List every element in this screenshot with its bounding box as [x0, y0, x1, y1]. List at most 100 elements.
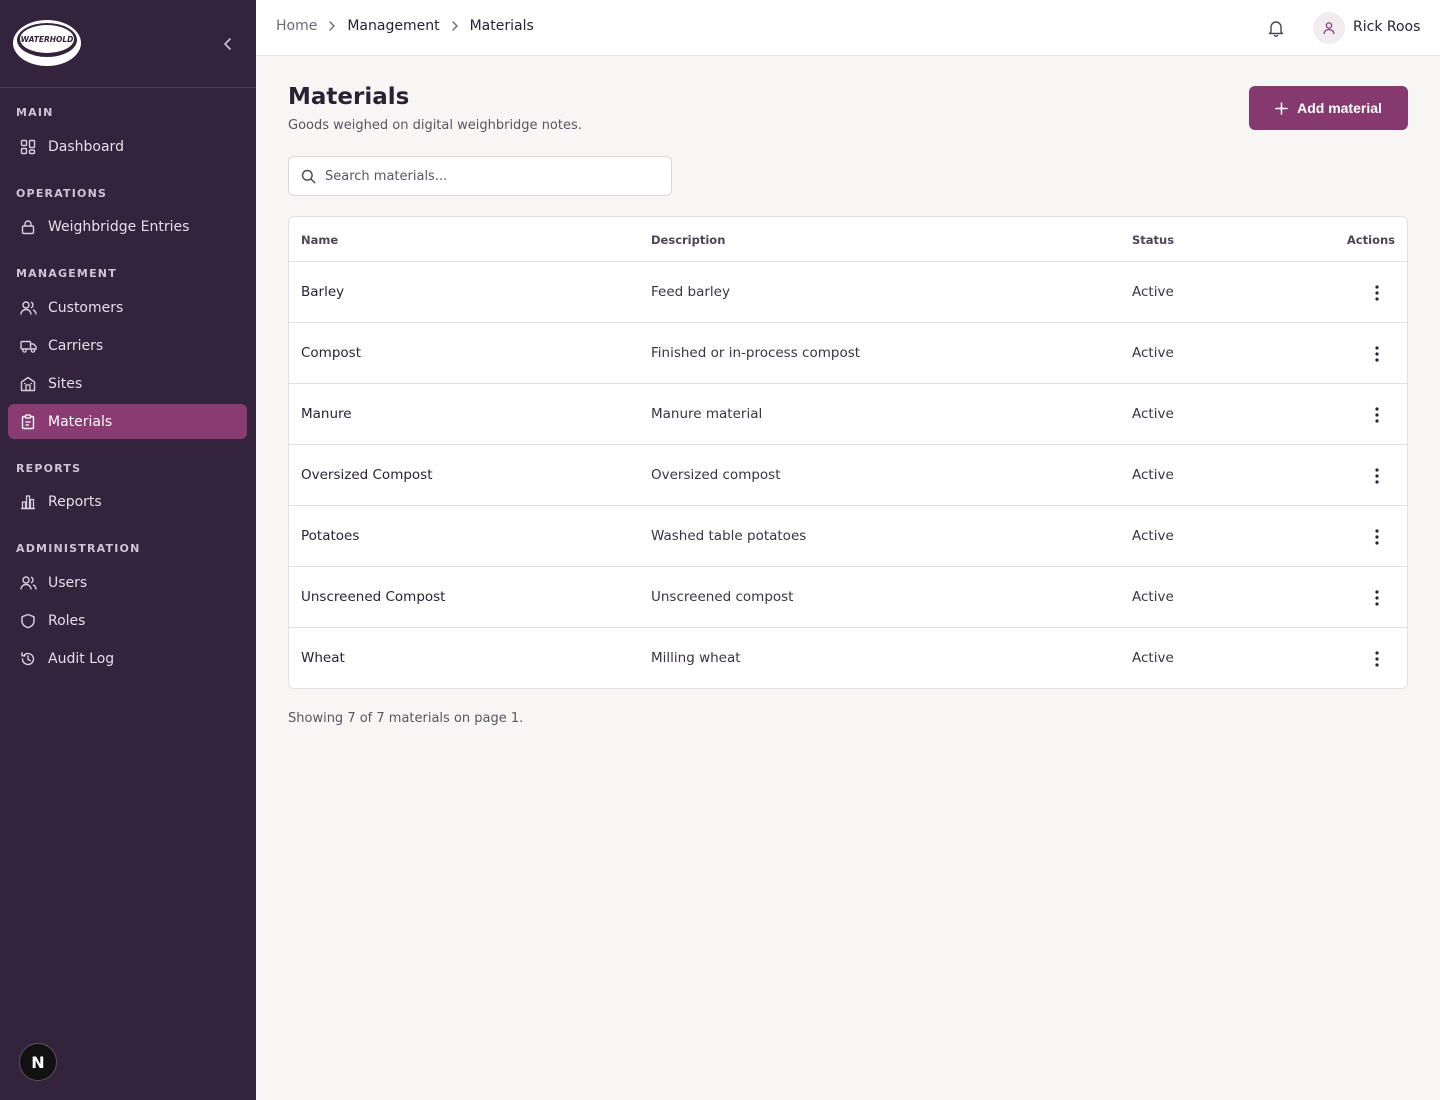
- add-material-label: Add material: [1297, 100, 1382, 116]
- truck-icon: [19, 337, 37, 355]
- material-description: Washed table potatoes: [651, 528, 807, 544]
- table-row[interactable]: Potatoes Washed table potatoes Active: [289, 506, 1407, 567]
- add-material-button[interactable]: Add material: [1249, 86, 1408, 130]
- row-actions-button[interactable]: [1365, 404, 1389, 426]
- chevron-left-icon: [224, 38, 231, 50]
- avatar[interactable]: [1313, 12, 1345, 44]
- bell-icon[interactable]: [1266, 18, 1286, 38]
- table-row[interactable]: Compost Finished or in-process compost Act…: [289, 323, 1407, 384]
- sidebar-item-audit-log[interactable]: Audit Log: [8, 641, 247, 676]
- column-header-name[interactable]: Name: [301, 233, 338, 247]
- building-icon: [19, 375, 37, 393]
- sidebar-item-label: Customers: [48, 299, 124, 316]
- sidebar-item-label: Weighbridge Entries: [48, 218, 190, 235]
- more-vertical-icon: [1375, 285, 1379, 301]
- search-input[interactable]: [325, 168, 655, 184]
- plus-icon: [1275, 101, 1288, 115]
- topbar: Home Management Materials Rick Roos: [256, 0, 1440, 56]
- material-name: Wheat: [301, 650, 345, 666]
- breadcrumb-home[interactable]: Home: [276, 18, 317, 34]
- nav-section-reports: REPORTS: [16, 462, 82, 475]
- nav-section-administration: ADMINISTRATION: [16, 542, 141, 555]
- material-name: Oversized Compost: [301, 467, 433, 483]
- bar-chart-icon: [19, 493, 37, 511]
- status-badge: Active: [1132, 467, 1174, 483]
- sidebar-item-materials[interactable]: Materials: [8, 404, 247, 439]
- table-row[interactable]: Unscreened Compost Unscreened compost Acti…: [289, 567, 1407, 628]
- user-icon: [1323, 22, 1335, 35]
- table-row[interactable]: Manure Manure material Active: [289, 384, 1407, 445]
- users-icon: [19, 574, 37, 592]
- sidebar: WATERHOLD MAIN Dashboard OPERATIONS Weig…: [0, 0, 256, 1100]
- more-vertical-icon: [1375, 407, 1379, 423]
- sidebar-item-dashboard[interactable]: Dashboard: [8, 129, 247, 164]
- material-description: Finished or in-process compost: [651, 345, 861, 361]
- column-header-description[interactable]: Description: [651, 233, 725, 247]
- dev-tools-badge[interactable]: N: [19, 1043, 57, 1081]
- breadcrumb-management[interactable]: Management: [347, 18, 439, 34]
- sidebar-item-roles[interactable]: Roles: [8, 603, 247, 638]
- search-icon: [301, 169, 316, 183]
- page-title: Materials: [288, 84, 410, 110]
- table-header: Name Description Status Actions: [289, 217, 1407, 262]
- material-description: Manure material: [651, 406, 763, 422]
- pagination-summary: Showing 7 of 7 materials on page 1.: [288, 711, 524, 726]
- sidebar-item-label: Sites: [48, 375, 83, 392]
- grid-icon: [19, 138, 37, 156]
- sidebar-item-label: Carriers: [48, 337, 104, 354]
- table-row[interactable]: Barley Feed barley Active: [289, 262, 1407, 323]
- row-actions-button[interactable]: [1365, 465, 1389, 487]
- row-actions-button[interactable]: [1365, 526, 1389, 548]
- brand-area: WATERHOLD: [0, 0, 256, 88]
- material-description: Unscreened compost: [651, 589, 794, 605]
- lock-icon: [19, 218, 37, 236]
- sidebar-item-carriers[interactable]: Carriers: [8, 328, 247, 363]
- user-name[interactable]: Rick Roos: [1353, 19, 1420, 35]
- sidebar-item-label: Materials: [48, 413, 113, 430]
- nav-section-operations: OPERATIONS: [16, 187, 108, 200]
- history-icon: [19, 650, 37, 668]
- sidebar-item-label: Roles: [48, 612, 86, 629]
- waterhold-logo[interactable]: WATERHOLD: [11, 18, 83, 68]
- more-vertical-icon: [1375, 651, 1379, 667]
- collapse-sidebar-button[interactable]: [216, 32, 240, 56]
- nav-section-main: MAIN: [16, 106, 54, 119]
- clipboard-icon: [19, 413, 37, 431]
- status-badge: Active: [1132, 589, 1174, 605]
- sidebar-item-label: Audit Log: [48, 650, 115, 667]
- more-vertical-icon: [1375, 590, 1379, 606]
- nav-section-management: MANAGEMENT: [16, 267, 117, 280]
- material-name: Barley: [301, 284, 345, 300]
- shield-icon: [19, 612, 37, 630]
- table-row[interactable]: Oversized Compost Oversized compost Active: [289, 445, 1407, 506]
- more-vertical-icon: [1375, 529, 1379, 545]
- material-name: Unscreened Compost: [301, 589, 446, 605]
- sidebar-item-sites[interactable]: Sites: [8, 366, 247, 401]
- more-vertical-icon: [1375, 346, 1379, 362]
- material-description: Milling wheat: [651, 650, 741, 666]
- column-header-actions: Actions: [1346, 233, 1395, 247]
- table-body: Barley Feed barley Active Compost Finished o…: [289, 262, 1407, 688]
- status-badge: Active: [1132, 650, 1174, 666]
- sidebar-item-label: Reports: [48, 493, 102, 510]
- row-actions-button[interactable]: [1365, 587, 1389, 609]
- logo-text: WATERHOLD: [21, 35, 74, 44]
- status-badge: Active: [1132, 406, 1174, 422]
- page-subtitle: Goods weighed on digital weighbridge not…: [288, 118, 582, 133]
- row-actions-button[interactable]: [1365, 343, 1389, 365]
- status-badge: Active: [1132, 345, 1174, 361]
- sidebar-item-weighbridge-entries[interactable]: Weighbridge Entries: [8, 209, 247, 244]
- material-description: Feed barley: [651, 284, 730, 300]
- materials-table: Name Description Status Actions Barley Fe…: [288, 216, 1408, 689]
- material-name: Compost: [301, 345, 361, 361]
- sidebar-item-reports[interactable]: Reports: [8, 484, 247, 519]
- sidebar-item-users[interactable]: Users: [8, 565, 247, 600]
- table-row[interactable]: Wheat Milling wheat Active: [289, 628, 1407, 688]
- breadcrumb: Home Management Materials: [276, 18, 534, 34]
- row-actions-button[interactable]: [1365, 282, 1389, 304]
- sidebar-item-label: Users: [48, 574, 88, 591]
- users-icon: [19, 299, 37, 317]
- row-actions-button[interactable]: [1365, 648, 1389, 670]
- sidebar-item-customers[interactable]: Customers: [8, 290, 247, 325]
- column-header-status[interactable]: Status: [1132, 233, 1174, 247]
